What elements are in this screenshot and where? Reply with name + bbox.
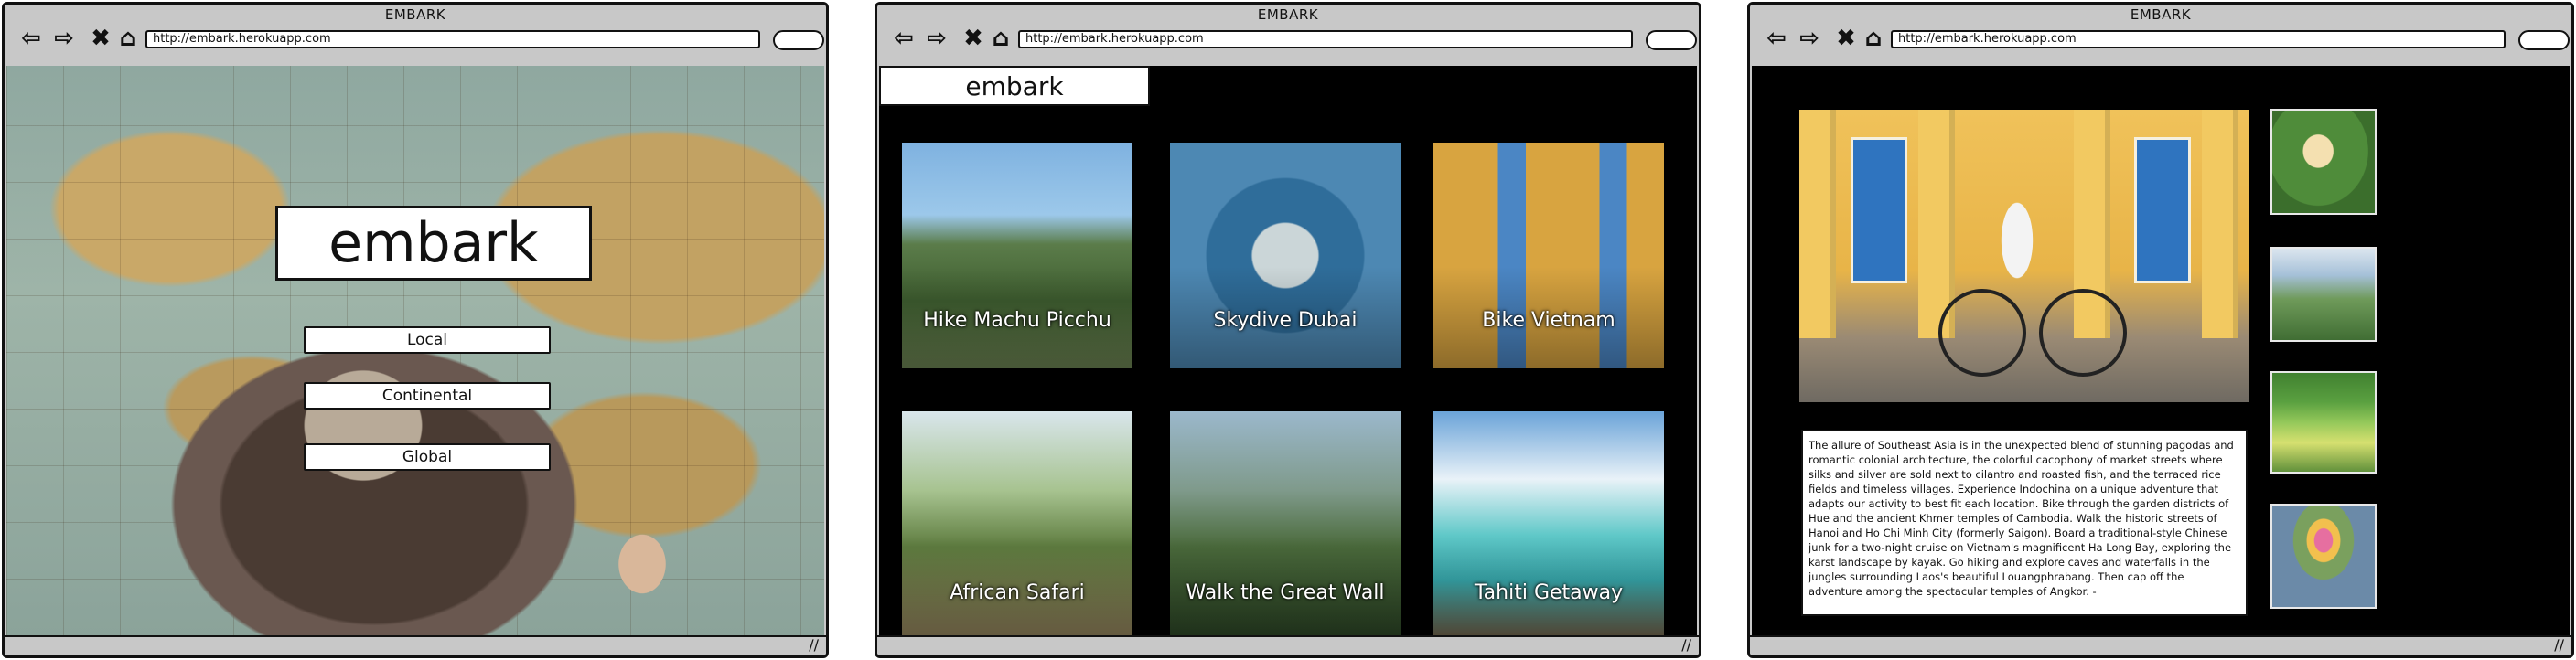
tile-label: Hike Machu Picchu <box>923 309 1111 332</box>
home-icon[interactable]: ⌂ <box>1860 25 1887 52</box>
status-bar: ∕∕ <box>5 635 826 655</box>
traveler-hand <box>606 518 679 610</box>
browser-window-landing: EMBARK ⇦ ⇨ ✖ ⌂ http://embark.herokuapp.c… <box>2 2 829 658</box>
cyclist-shape <box>1990 197 2045 306</box>
hero-photo-bike-vietnam <box>1799 110 2249 402</box>
url-bar[interactable]: http://embark.herokuapp.com <box>1891 30 2506 48</box>
resize-grip-icon[interactable]: ∕∕ <box>809 636 819 654</box>
gallery-thumbnail[interactable] <box>2270 504 2377 609</box>
experience-tile-tahiti[interactable]: Tahiti Getaway <box>1433 411 1664 636</box>
thumbnail-frame <box>2270 371 2377 474</box>
stop-icon[interactable]: ✖ <box>87 25 114 52</box>
page-viewport: embark Local Continental Global <box>6 66 824 636</box>
forward-icon[interactable]: ⇨ <box>1796 25 1823 52</box>
traveler-hood <box>272 340 455 495</box>
resize-grip-icon[interactable]: ∕∕ <box>1681 636 1691 654</box>
search-field[interactable] <box>773 30 824 50</box>
tile-label: African Safari <box>950 581 1085 604</box>
experience-tile-great-wall[interactable]: Walk the Great Wall <box>1170 411 1401 636</box>
status-bar: ∕∕ <box>1750 635 2571 655</box>
thumbnail-frame <box>2270 504 2377 609</box>
experience-tile-machu-picchu[interactable]: Hike Machu Picchu <box>902 143 1132 368</box>
home-icon[interactable]: ⌂ <box>987 25 1014 52</box>
continental-button[interactable]: Continental <box>304 382 551 410</box>
window-title: EMBARK <box>2130 6 2192 23</box>
gallery-thumbnail[interactable] <box>2270 109 2377 215</box>
thumbnail-frame <box>2270 109 2377 215</box>
tile-label: Bike Vietnam <box>1482 309 1615 332</box>
tile-photo <box>1433 143 1664 368</box>
resize-grip-icon[interactable]: ∕∕ <box>2554 636 2564 654</box>
tile-photo <box>902 143 1132 368</box>
back-icon[interactable]: ⇦ <box>17 25 45 52</box>
gallery-thumbnail[interactable] <box>2270 371 2377 474</box>
pillar-shape <box>2202 110 2238 338</box>
search-field[interactable] <box>2518 30 2570 50</box>
stop-icon[interactable]: ✖ <box>960 25 987 52</box>
experience-tile-bike-vietnam[interactable]: Bike Vietnam <box>1433 143 1664 368</box>
door-shape <box>1851 137 1907 283</box>
search-field[interactable] <box>1646 30 1697 50</box>
back-icon[interactable]: ⇦ <box>1763 25 1790 52</box>
experience-tile-african-safari[interactable]: African Safari <box>902 411 1132 636</box>
browser-window-detail: EMBARK ⇦ ⇨ ✖ ⌂ http://embark.herokuapp.c… <box>1747 2 2574 658</box>
bike-wheel-shape <box>2039 289 2127 377</box>
tile-photo <box>1170 143 1401 368</box>
gallery-thumbnail[interactable] <box>2270 247 2377 342</box>
local-button[interactable]: Local <box>304 326 551 354</box>
global-button[interactable]: Global <box>304 443 551 471</box>
tile-label: Tahiti Getaway <box>1474 581 1624 604</box>
window-title: EMBARK <box>1257 6 1319 23</box>
stop-icon[interactable]: ✖ <box>1832 25 1860 52</box>
url-bar[interactable]: http://embark.herokuapp.com <box>145 30 760 48</box>
brand-logo: embark <box>275 206 592 281</box>
back-icon[interactable]: ⇦ <box>890 25 918 52</box>
url-bar[interactable]: http://embark.herokuapp.com <box>1018 30 1633 48</box>
pillar-shape <box>1799 110 1836 338</box>
brand-logo[interactable]: embark <box>879 66 1150 106</box>
tile-label: Walk the Great Wall <box>1186 581 1385 604</box>
experience-tile-skydive-dubai[interactable]: Skydive Dubai <box>1170 143 1401 368</box>
status-bar: ∕∕ <box>877 635 1699 655</box>
trip-description: The allure of Southeast Asia is in the u… <box>1801 430 2248 616</box>
browser-toolbar: ⇦ ⇨ ✖ ⌂ http://embark.herokuapp.com <box>1759 25 2570 56</box>
home-icon[interactable]: ⌂ <box>114 25 142 52</box>
forward-icon[interactable]: ⇨ <box>923 25 950 52</box>
thumbnail-frame <box>2270 247 2377 342</box>
page-viewport: embark Hike Machu Picchu Skydive Dubai B… <box>879 66 1697 636</box>
browser-toolbar: ⇦ ⇨ ✖ ⌂ http://embark.herokuapp.com <box>886 25 1697 56</box>
window-title: EMBARK <box>384 6 446 23</box>
door-shape <box>2134 137 2191 283</box>
forward-icon[interactable]: ⇨ <box>50 25 78 52</box>
browser-toolbar: ⇦ ⇨ ✖ ⌂ http://embark.herokuapp.com <box>14 25 824 56</box>
page-viewport: The allure of Southeast Asia is in the u… <box>1752 66 2570 636</box>
tile-label: Skydive Dubai <box>1213 309 1358 332</box>
browser-window-experiences: EMBARK ⇦ ⇨ ✖ ⌂ http://embark.herokuapp.c… <box>875 2 1701 658</box>
bike-wheel-shape <box>1938 289 2026 377</box>
